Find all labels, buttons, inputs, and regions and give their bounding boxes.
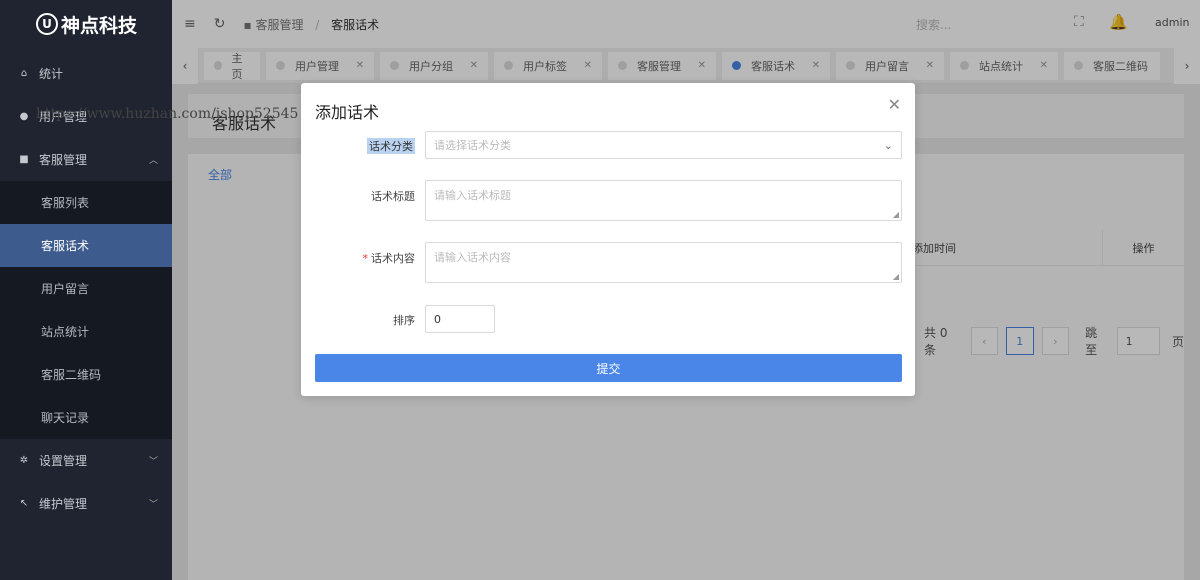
sidebar-item-settings[interactable]: ✲ 设置管理 ﹀ [0,439,172,482]
submenu-item-qrcode[interactable]: 客服二维码 [0,353,172,396]
content-label-text: 话术内容 [371,252,415,265]
submenu-item-messages[interactable]: 用户留言 [0,267,172,310]
sort-label: 排序 [393,314,415,327]
title-placeholder: 请输入话术标题 [434,189,511,202]
sidebar-item-label: 统计 [39,67,64,81]
close-icon[interactable]: ✕ [888,95,901,114]
user-icon: ● [19,111,29,122]
chat-icon: ■ [19,154,29,165]
chevron-down-icon: ⌄ [883,138,893,152]
submenu-item-chat-log[interactable]: 聊天记录 [0,396,172,439]
logo-mark: U [36,13,58,35]
wrench-icon: ↖ [19,498,29,509]
sidebar-item-stats[interactable]: ⌂ 统计 [0,52,172,95]
resize-grip-icon[interactable]: ◢ [893,210,899,219]
sort-input[interactable]: 0 [425,305,495,333]
chevron-down-icon: ﹀ [148,457,158,467]
service-submenu: 客服列表 客服话术 用户留言 站点统计 客服二维码 聊天记录 [0,181,172,439]
logo: U 神点科技 [0,0,172,48]
chevron-up-icon: ︿ [148,156,158,166]
content-textarea[interactable]: 请输入话术内容 ◢ [425,242,902,283]
sidebar-item-label: 客服管理 [39,153,88,167]
category-placeholder: 请选择话术分类 [434,139,511,152]
chevron-down-icon: ﹀ [148,500,158,510]
sidebar-item-label: 设置管理 [39,454,88,468]
submenu-item-site-stats[interactable]: 站点统计 [0,310,172,353]
gear-icon: ✲ [19,455,29,466]
sidebar: U 神点科技 ⌂ 统计 ● 用户管理 ■ 客服管理 ︿ 客服列表 客服话术 用户… [0,0,172,580]
required-mark: * [362,252,369,265]
sidebar-item-label: 维护管理 [39,497,88,511]
home-icon: ⌂ [20,68,28,79]
dialog-title: 添加话术 [315,103,380,122]
sidebar-item-maintenance[interactable]: ↖ 维护管理 ﹀ [0,482,172,525]
resize-grip-icon[interactable]: ◢ [893,272,899,281]
content-label: * 话术内容 [363,250,416,266]
category-select[interactable]: 请选择话术分类 ⌄ [425,131,902,159]
title-textarea[interactable]: 请输入话术标题 ◢ [425,180,902,221]
watermark: https://www.huzhan.com/ishop52545 [36,106,299,122]
content-placeholder: 请输入话术内容 [434,251,511,264]
sidebar-item-service[interactable]: ■ 客服管理 ︿ [0,138,172,181]
add-phrase-dialog: 添加话术 ✕ 话术分类 请选择话术分类 ⌄ 话术标题 请输入话术标题 ◢ * 话术… [301,83,915,396]
submenu-item-service-phrases[interactable]: 客服话术 [0,224,172,267]
submenu-item-service-list[interactable]: 客服列表 [0,181,172,224]
title-label: 话术标题 [371,190,415,203]
logo-text: 神点科技 [61,14,138,37]
submit-button[interactable]: 提交 [315,354,902,382]
category-label: 话术分类 [367,138,415,154]
